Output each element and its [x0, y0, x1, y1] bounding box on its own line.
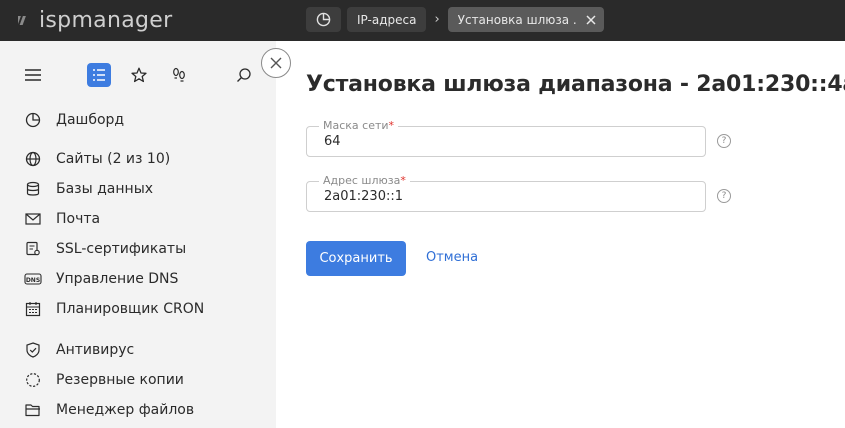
svg-text:DNS: DNS — [26, 277, 40, 284]
sidebar-item-label: Планировщик CRON — [56, 301, 205, 317]
save-button[interactable]: Сохранить — [306, 241, 406, 276]
gateway-value: 2a01:230::1 — [324, 189, 404, 204]
netmask-label: Маска сети* — [319, 119, 399, 132]
logo-text: ispmanager — [39, 7, 173, 33]
sidebar-item-mail[interactable]: Почта — [24, 208, 100, 230]
globe-icon — [24, 150, 42, 168]
sidebar-toolbar — [0, 61, 276, 89]
sidebar-item-backups[interactable]: Резервные копии — [24, 369, 184, 391]
shield-icon — [24, 341, 42, 359]
top-bar: ispmanager IP-адреса › Установка шлюза .… — [0, 0, 845, 41]
sidebar-item-label: Антивирус — [56, 342, 135, 358]
sidebar-item-label: Менеджер файлов — [56, 402, 195, 418]
app-logo[interactable]: ispmanager — [18, 7, 172, 33]
list-icon[interactable] — [87, 63, 111, 87]
breadcrumb-home[interactable] — [306, 7, 341, 32]
netmask-field[interactable]: Маска сети* 64 — [306, 119, 706, 157]
breadcrumb: IP-адреса › Установка шлюза ... — [306, 7, 604, 32]
logo-mark-icon — [18, 16, 26, 25]
sidebar: Дашборд Сайты (2 из 10) Базы данных Почт… — [0, 41, 276, 428]
gateway-field[interactable]: Адрес шлюза* 2a01:230::1 — [306, 174, 706, 212]
sidebar-item-label: Резервные копии — [56, 372, 184, 388]
dashboard-icon — [24, 111, 42, 129]
breadcrumb-label: IP-адреса — [357, 12, 417, 27]
sidebar-item-label: Дашборд — [56, 112, 125, 128]
sidebar-item-databases[interactable]: Базы данных — [24, 178, 153, 200]
calendar-icon — [24, 300, 42, 318]
close-sidebar-button[interactable] — [261, 48, 291, 78]
dns-icon: DNS — [24, 270, 42, 288]
sidebar-item-label: Базы данных — [56, 181, 154, 197]
folder-icon — [24, 401, 42, 419]
search-icon[interactable] — [232, 63, 256, 87]
sidebar-item-label: Управление DNS — [56, 271, 179, 287]
sidebar-item-file-manager[interactable]: Менеджер файлов — [24, 399, 194, 421]
star-icon[interactable] — [127, 63, 151, 87]
breadcrumb-ip-addresses[interactable]: IP-адреса — [347, 7, 427, 32]
sidebar-item-label: SSL-сертификаты — [56, 241, 187, 257]
page-title: Установка шлюза диапазона - 2a01:230::4a… — [306, 72, 845, 97]
sidebar-item-sites[interactable]: Сайты (2 из 10) — [24, 148, 170, 170]
breadcrumb-current-label: Установка шлюза ... — [457, 12, 576, 27]
certificate-icon — [24, 240, 42, 258]
sidebar-item-dns[interactable]: DNS Управление DNS — [24, 268, 178, 290]
dashboard-icon — [316, 12, 331, 27]
sidebar-item-label: Сайты (2 из 10) — [56, 151, 171, 167]
sidebar-item-dashboard[interactable]: Дашборд — [24, 109, 124, 131]
database-icon — [24, 180, 42, 198]
gateway-label: Адрес шлюза* — [319, 174, 410, 187]
sidebar-item-cron[interactable]: Планировщик CRON — [24, 298, 204, 320]
mail-icon — [24, 210, 42, 228]
close-icon[interactable] — [584, 13, 598, 27]
menu-icon[interactable] — [21, 63, 45, 87]
netmask-value: 64 — [324, 134, 341, 149]
cancel-button[interactable]: Отмена — [426, 250, 478, 265]
breadcrumb-current[interactable]: Установка шлюза ... — [447, 7, 604, 32]
help-icon[interactable]: ? — [717, 134, 731, 148]
sidebar-item-ssl[interactable]: SSL-сертификаты — [24, 238, 186, 260]
backup-icon — [24, 371, 42, 389]
sidebar-item-antivirus[interactable]: Антивирус — [24, 339, 134, 361]
help-icon[interactable]: ? — [717, 189, 731, 203]
footprints-icon[interactable] — [167, 63, 191, 87]
sidebar-item-label: Почта — [56, 211, 101, 227]
chevron-right-icon: › — [434, 12, 440, 27]
close-icon — [270, 57, 282, 69]
